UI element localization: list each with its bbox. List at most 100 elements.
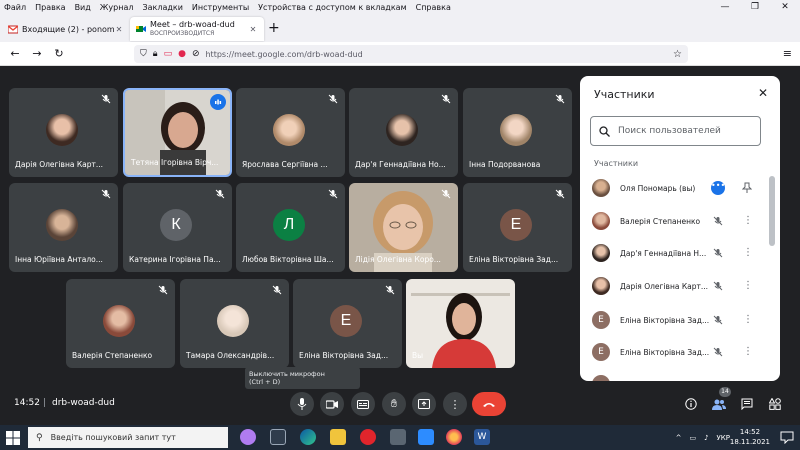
volume-icon[interactable]: ♪ (704, 434, 708, 442)
avatar (273, 114, 305, 146)
meeting-code: drb-woad-dud (52, 398, 115, 408)
participant-row[interactable]: Е Еліна Вікторівна Зад... ⋮ (580, 337, 770, 367)
camera-button[interactable] (320, 392, 344, 416)
participant-search[interactable] (590, 116, 761, 146)
edge-icon[interactable] (300, 429, 316, 445)
firefox-icon[interactable] (446, 429, 462, 445)
tray-chevron-icon[interactable]: ^ (676, 434, 682, 442)
more-vert-icon[interactable]: ⋮ (743, 247, 753, 259)
participant-row[interactable]: Дар'я Геннадіївна Н... ⋮ (580, 238, 770, 268)
present-button[interactable] (412, 392, 436, 416)
bookmark-star-icon[interactable]: ☆ (673, 49, 682, 60)
participant-row[interactable] (580, 369, 770, 381)
app-icon[interactable] (390, 429, 406, 445)
menu-view[interactable]: Вид (75, 3, 91, 12)
menu-history[interactable]: Журнал (100, 3, 134, 12)
opera-icon[interactable] (360, 429, 376, 445)
minimize-icon[interactable]: — (710, 0, 740, 14)
mic-off-icon[interactable] (713, 315, 723, 325)
new-tab-icon[interactable]: + (268, 20, 280, 36)
participant-row[interactable]: Е Еліна Вікторівна Зад... ⋮ (580, 305, 770, 335)
participant-tile[interactable]: Е Еліна Вікторівна Зад... (463, 183, 572, 272)
tab-gmail[interactable]: Входящие (2) - ponomar.olka ✕ (2, 17, 130, 41)
more-vert-icon[interactable]: ⋮ (743, 346, 753, 358)
more-vert-icon[interactable]: ⋮ (743, 280, 753, 292)
url-bar[interactable]: ⛉ 🔒︎ ▭ ● ⊘ https://meet.google.com/drb-w… (134, 45, 688, 63)
menu-synced-tabs[interactable]: Устройства с доступом к вкладкам (258, 3, 406, 12)
participant-tile[interactable]: Дарія Олегівна Карт... (9, 88, 118, 177)
info-icon (685, 398, 697, 410)
hamburger-menu-icon[interactable]: ≡ (783, 47, 792, 60)
cortana-icon[interactable] (240, 429, 256, 445)
forward-icon[interactable]: → (26, 47, 48, 60)
file-explorer-icon[interactable] (330, 429, 346, 445)
menu-edit[interactable]: Правка (35, 3, 65, 12)
close-tab-icon[interactable]: ✕ (248, 25, 258, 34)
more-vert-icon[interactable]: ⋮ (743, 215, 753, 227)
tab-meet[interactable]: Meet – drb-woad-dud ВОСПРОИЗВОДИТСЯ ✕ (130, 17, 264, 41)
participants-button[interactable] (710, 395, 728, 413)
participant-tile[interactable]: Інна Юріївна Антало... (9, 183, 118, 272)
mic-off-icon[interactable] (713, 281, 723, 291)
close-window-icon[interactable]: ✕ (770, 0, 800, 14)
participant-tile[interactable]: Е Еліна Вікторівна Зад... (293, 279, 402, 368)
participant-tile[interactable]: Ярослава Сергіївна ... (236, 88, 345, 177)
participant-tile[interactable]: Тамара Олександрів... (180, 279, 289, 368)
shield-icon[interactable]: ⛉ (140, 49, 147, 59)
participant-tile[interactable]: Лідія Олегівна Коро... (349, 183, 458, 272)
search-input[interactable] (618, 126, 748, 136)
hand-icon: ✋︎ (390, 397, 398, 410)
menu-tools[interactable]: Инструменты (192, 3, 249, 12)
participant-row-self[interactable]: Оля Пономарь (вы) ••• (580, 173, 770, 203)
back-icon[interactable]: ← (4, 47, 26, 60)
mic-sharing-icon[interactable]: ● (178, 49, 186, 59)
zoom-icon[interactable] (418, 429, 434, 445)
more-vert-icon[interactable]: ⋮ (743, 314, 753, 326)
task-view-icon[interactable] (270, 429, 286, 445)
mic-off-icon (441, 94, 451, 104)
menu-file[interactable]: Файл (4, 3, 26, 12)
taskbar-search[interactable]: ⚲ Введіть пошуковий запит тут (28, 427, 228, 448)
mic-off-icon[interactable] (713, 216, 723, 226)
reload-icon[interactable]: ↻ (48, 47, 70, 60)
mic-button[interactable] (290, 392, 314, 416)
participant-name: Лідія Олегівна Коро... (355, 255, 441, 264)
meeting-time: 14:52 (14, 398, 40, 408)
menu-help[interactable]: Справка (416, 3, 451, 12)
participant-tile[interactable]: Дар'я Геннадіївна Но... (349, 88, 458, 177)
participant-tile[interactable]: Інна Подорванова (463, 88, 572, 177)
captions-button[interactable] (351, 392, 375, 416)
self-tile[interactable]: Вы (406, 279, 515, 368)
notifications-icon[interactable] (780, 430, 794, 444)
close-panel-icon[interactable]: ✕ (758, 86, 768, 100)
language-indicator[interactable]: УКР (717, 434, 730, 442)
word-icon[interactable]: W (474, 429, 490, 445)
more-vert-icon: ⋮ (449, 397, 461, 411)
pin-icon[interactable] (742, 182, 752, 194)
mic-off-icon[interactable] (713, 347, 723, 357)
activities-button[interactable] (766, 395, 784, 413)
leave-call-button[interactable] (472, 392, 506, 416)
lock-icon[interactable]: 🔒︎ (153, 49, 158, 59)
camera-sharing-icon[interactable]: ▭ (164, 49, 173, 59)
panel-scrollbar[interactable] (769, 176, 775, 246)
taskbar-clock[interactable]: 14:52 18.11.2021 (730, 427, 770, 447)
chat-button[interactable] (738, 395, 756, 413)
mic-off-icon[interactable] (713, 248, 723, 258)
network-icon[interactable]: ▭ (689, 434, 696, 442)
permissions-icon[interactable]: ⊘ (192, 49, 200, 59)
camera-icon (326, 399, 338, 409)
close-tab-icon[interactable]: ✕ (114, 25, 124, 34)
participant-tile-active-speaker[interactable]: Тетяна Ігорівна Вірч... (123, 88, 232, 177)
participant-tile[interactable]: К Катерина Ігорівна Па... (123, 183, 232, 272)
windows-start-icon[interactable] (6, 431, 20, 445)
info-button[interactable] (682, 395, 700, 413)
participant-row[interactable]: Дарія Олегівна Карт... ⋮ (580, 271, 770, 301)
participant-row[interactable]: Валерія Степаненко ⋮ (580, 206, 770, 236)
participant-tile[interactable]: Валерія Степаненко (66, 279, 175, 368)
raise-hand-button[interactable]: ✋︎ (382, 392, 406, 416)
participant-tile[interactable]: Л Любов Вікторівна Ша... (236, 183, 345, 272)
more-options-button[interactable]: ⋮ (443, 392, 467, 416)
menu-bookmarks[interactable]: Закладки (142, 3, 182, 12)
restore-icon[interactable]: ❐ (740, 0, 770, 14)
